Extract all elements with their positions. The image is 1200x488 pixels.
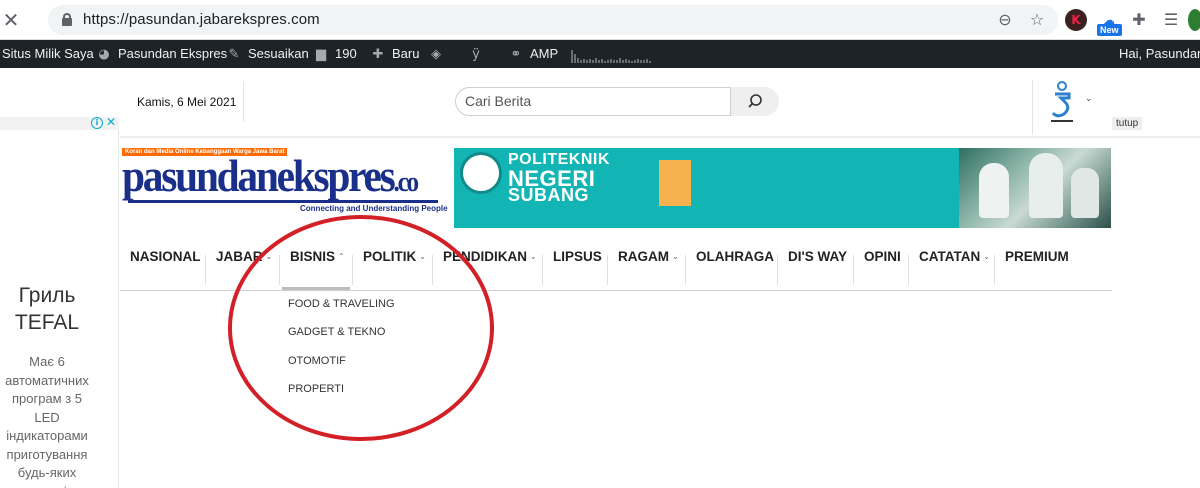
wp-amp[interactable]: ⚭ AMP	[508, 46, 559, 62]
nav-item-lipsus[interactable]: LIPSUS	[553, 249, 602, 290]
nav-separator	[685, 255, 686, 285]
current-date: Kamis, 6 Mei 2021	[137, 95, 237, 109]
jabar-ekspres-logo-icon[interactable]	[1045, 80, 1079, 126]
side-advertisement[interactable]: i ✕ Гриль TEFAL Має 6 автоматичних прогр…	[0, 115, 119, 488]
logo-tagline: Koran dan Media Online Kebanggaan Warga …	[122, 148, 288, 156]
nav-item-pendidikan[interactable]: PENDIDIKAN ⌄	[443, 249, 537, 290]
banner-photo	[959, 148, 1111, 228]
nav-separator	[908, 255, 909, 285]
comment-icon: ▆	[316, 47, 326, 62]
stop-loading-icon[interactable]: ✕	[0, 9, 22, 31]
activity-graph-icon	[571, 50, 651, 63]
banner-accent-block	[659, 160, 691, 206]
nav-separator	[542, 255, 543, 285]
nav-item-premium[interactable]: PREMIUM	[1005, 249, 1069, 290]
header-divider	[120, 136, 1200, 138]
bookmark-star-icon[interactable]: ☆	[1026, 9, 1048, 31]
wp-yoast[interactable]: ÿ	[468, 46, 490, 62]
wp-comments[interactable]: ▆ 190	[313, 46, 357, 62]
dropdown-item-gadget-tekno[interactable]: GADGET & TEKNO	[288, 326, 385, 338]
wp-customize[interactable]: ✎ Sesuaikan	[226, 46, 309, 62]
nav-separator	[279, 255, 280, 285]
plus-icon: ✚	[372, 47, 384, 62]
red-highlight-circle	[228, 215, 494, 441]
address-bar[interactable]: https://pasundan.jabarekspres.com ⊖ ☆	[48, 5, 1058, 35]
chevron-down-icon: ⌄	[265, 252, 273, 261]
polsub-banner-ad[interactable]: POLITEKNIK NEGERI SUBANG	[454, 148, 1111, 228]
nav-separator	[432, 255, 433, 285]
active-tab-indicator	[282, 287, 350, 290]
chevron-down-icon[interactable]: ⌄	[1085, 94, 1093, 104]
chevron-down-icon: ⌄	[672, 252, 679, 261]
ad-close-icon[interactable]: ✕	[106, 115, 116, 129]
divider	[243, 82, 244, 122]
nav-separator	[352, 255, 353, 285]
logo-underline	[128, 200, 438, 203]
close-button[interactable]: tutup	[1112, 117, 1143, 130]
main-navigation: NASIONAL JABAR ⌄ BISNIS ⌃ POLITIK ⌄ PENDIDI…	[120, 249, 1112, 291]
dashboard-icon: ◕	[98, 47, 110, 62]
nav-item-dis-way[interactable]: DI'S WAY	[788, 249, 847, 290]
nav-separator	[994, 255, 995, 285]
lock-icon[interactable]	[62, 13, 72, 26]
ad-description: Має 6 автоматичних програм з 5 LED індик…	[5, 354, 89, 488]
dropdown-item-properti[interactable]: PROPERTI	[288, 383, 344, 395]
nav-item-ragam[interactable]: RAGAM ⌄	[618, 249, 679, 290]
nav-separator	[777, 255, 778, 285]
url-text[interactable]: https://pasundan.jabarekspres.com	[83, 11, 320, 28]
site-logo[interactable]: pasundanekspres.co Koran dan Media Onlin…	[122, 145, 448, 225]
wp-my-account[interactable]: Hai, Pasundan E	[1119, 46, 1200, 61]
yoast-icon: ÿ	[472, 47, 480, 62]
logo-wordmark: pasundanekspres.co	[122, 150, 419, 201]
puzzle-icon[interactable]: ✚	[1128, 9, 1150, 31]
zoom-icon[interactable]: ⊖	[994, 9, 1016, 31]
nav-separator	[205, 255, 206, 285]
nav-separator	[853, 255, 854, 285]
logo-subtitle: Connecting and Understanding People	[300, 204, 448, 213]
nav-item-opini[interactable]: OPINI	[864, 249, 901, 290]
reading-list-icon[interactable]: ☰	[1160, 9, 1182, 31]
brush-icon: ✎	[228, 47, 240, 62]
ad-title[interactable]: Гриль TEFAL	[0, 282, 94, 336]
wp-site-name[interactable]: ◕ Pasundan Ekspres	[96, 46, 227, 62]
nav-item-politik[interactable]: POLITIK ⌄	[363, 249, 426, 290]
link-icon: ⚭	[510, 47, 522, 62]
diamond-icon: ◈	[431, 47, 441, 62]
wp-my-sites[interactable]: Situs Milik Saya	[2, 46, 94, 61]
extension-k-icon[interactable]: K	[1065, 9, 1087, 31]
nav-item-catatan[interactable]: CATATAN ⌄	[919, 249, 990, 290]
wp-new[interactable]: ✚ Baru	[370, 46, 420, 62]
browser-toolbar: ✕ https://pasundan.jabarekspres.com ⊖ ☆ …	[0, 0, 1200, 40]
nav-item-jabar[interactable]: JABAR ⌄	[216, 249, 272, 290]
banner-line: SUBANG	[508, 185, 590, 205]
nav-item-bisnis[interactable]: BISNIS ⌃	[290, 249, 345, 290]
ad-info-icon[interactable]: i	[91, 117, 103, 129]
search-button[interactable]	[731, 87, 779, 116]
profile-avatar[interactable]	[1188, 9, 1200, 31]
nav-item-nasional[interactable]: NASIONAL	[130, 249, 201, 290]
search-icon	[748, 94, 762, 108]
dropdown-item-otomotif[interactable]: OTOMOTIF	[288, 355, 346, 367]
divider	[1032, 80, 1033, 135]
polsub-emblem-icon	[460, 152, 502, 194]
search-input[interactable]: Cari Berita	[455, 87, 731, 116]
new-badge: New	[1097, 24, 1122, 36]
dropdown-item-food-traveling[interactable]: FOOD & TRAVELING	[288, 298, 395, 310]
nav-item-olahraga[interactable]: OLAHRAGA	[696, 249, 774, 290]
chevron-down-icon: ⌄	[983, 252, 990, 261]
wp-admin-bar: Situs Milik Saya ◕ Pasundan Ekspres ✎ Sesu…	[0, 40, 1200, 68]
nav-separator	[607, 255, 608, 285]
chevron-down-icon: ⌄	[419, 252, 426, 261]
wp-diamond[interactable]: ◈	[428, 46, 450, 62]
chevron-down-icon: ⌄	[530, 252, 537, 261]
chevron-up-icon: ⌃	[338, 252, 345, 261]
